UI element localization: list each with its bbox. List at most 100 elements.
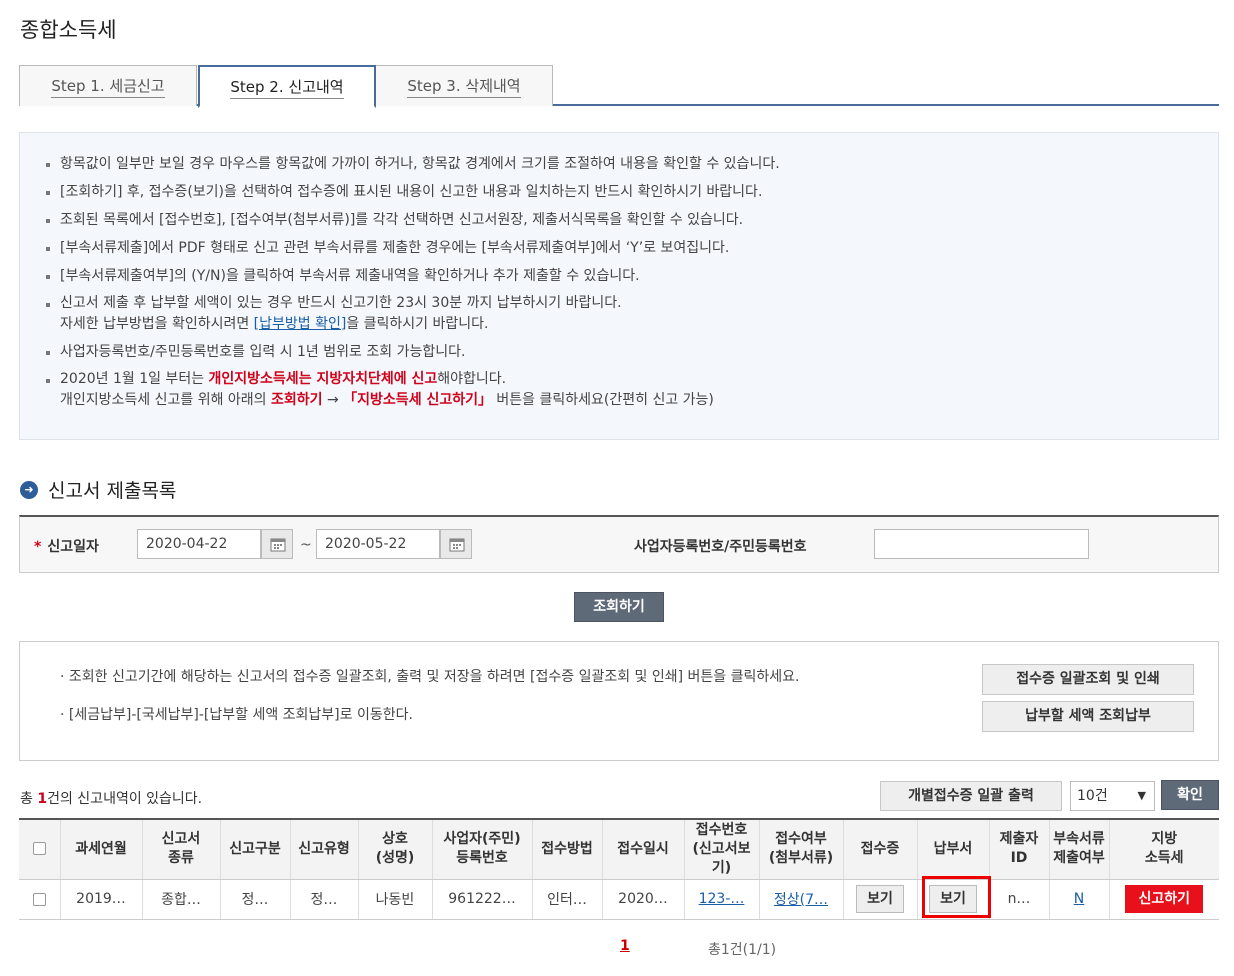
attachment-status-link[interactable]: N: [1074, 891, 1084, 907]
receipt-number-link[interactable]: 123-…: [699, 891, 745, 907]
tab-step3-label: Step 3. 삭제내역: [407, 77, 521, 98]
notice-text: 2020년 1월 1일 부터는: [60, 371, 209, 387]
from-date-input[interactable]: 2020-04-22: [137, 529, 261, 559]
total-count-text: 총 1건의 신고내역이 있습니다.: [20, 788, 202, 808]
calendar-icon[interactable]: [261, 529, 293, 559]
row-checkbox[interactable]: [32, 892, 46, 906]
page-number-current[interactable]: 1: [620, 938, 630, 954]
row-select-cell: [19, 879, 61, 920]
total-text-post: 건의 신고내역이 있습니다.: [47, 791, 203, 807]
page-title: 종합소득세: [20, 18, 117, 42]
header-status: 접수여부 (첨부서류): [759, 818, 844, 880]
table-header-row: 과세연월 신고서 종류 신고구분 신고유형 상호 (성명) 사업자(주민) 등록번호 …: [19, 818, 1219, 880]
pay-tax-button[interactable]: 납부할 세액 조회납부: [982, 701, 1194, 732]
dropdown-arrow-icon: ▼: [1137, 789, 1146, 802]
local-tax-report-button[interactable]: 신고하기: [1125, 885, 1204, 913]
header-name: 상호 (성명): [358, 818, 433, 880]
cell-reg: 961222…: [432, 879, 533, 920]
notice-text: 버튼을 클릭하세요(간편히 신고 가능): [491, 392, 714, 408]
header-reg-l2: 등록번호: [456, 850, 508, 867]
header-payment: 납부서: [917, 818, 990, 880]
notice-emphasis: 「지방소득세 신고하기」: [343, 392, 492, 408]
cell-method: 인터…: [532, 879, 603, 920]
tab-step2[interactable]: Step 2. 신고내역: [198, 65, 376, 108]
cell-local: 신고하기: [1109, 879, 1219, 920]
cell-category: 정…: [220, 879, 291, 920]
info-line: · [세금납부]-[국세납부]-[납부할 세액 조회납부]로 이동한다.: [60, 707, 413, 723]
header-local-l1: 지방: [1151, 831, 1178, 848]
notice-box: 항목값이 일부만 보일 경우 마우스를 항목값에 가까이 하거나, 항목값 경계…: [19, 132, 1219, 440]
header-reg-l1: 사업자(주민): [443, 831, 521, 848]
notice-item: 사업자등록번호/주민등록번호를 입력 시 1년 범위로 조회 가능합니다.: [44, 341, 1194, 363]
confirm-button[interactable]: 확인: [1161, 780, 1219, 810]
cell-date: 2020…: [602, 879, 685, 920]
select-all-checkbox[interactable]: [32, 842, 46, 856]
notice-text: 신고서 제출 후 납부할 세액이 있는 경우 반드시 신고기한 23시 30분 …: [60, 295, 622, 311]
notice-item: [조회하기] 후, 접수증(보기)을 선택하여 접수증에 표시된 내용이 신고한…: [44, 181, 1194, 203]
header-submitter-l1: 제출자: [999, 831, 1039, 848]
total-count: 1: [37, 791, 48, 807]
cell-attach: N: [1049, 879, 1110, 920]
notice-text: 해야합니다.: [437, 371, 507, 387]
tab-step2-label: Step 2. 신고내역: [230, 78, 344, 99]
header-submitter-l2: ID: [1010, 850, 1028, 867]
search-box: * 신고일자 2020-04-22 ~ 2020-05-22 사업자등록번호/주민…: [19, 515, 1219, 573]
header-status-l1: 접수여부: [775, 831, 827, 848]
tab-step1-label: Step 1. 세금신고: [51, 77, 165, 98]
cell-recv: 123-…: [684, 879, 760, 920]
step-tabs: Step 1. 세금신고 Step 2. 신고내역 Step 3. 삭제내역: [19, 65, 1219, 108]
payment-method-link[interactable]: [납부방법 확인]: [254, 316, 347, 332]
notice-text: 개인지방소득세 신고를 위해 아래의: [60, 392, 271, 408]
cell-status: 정상(7…: [759, 879, 844, 920]
header-attach-l1: 부속서류: [1053, 831, 1105, 848]
date-label-text: 신고일자: [47, 539, 99, 555]
header-status-l2: (첨부서류): [768, 850, 834, 867]
id-label: 사업자등록번호/주민등록번호: [634, 539, 807, 555]
header-local: 지방소득세: [1109, 818, 1219, 880]
header-name-l2: (성명): [375, 850, 415, 867]
registration-number-input[interactable]: [874, 529, 1089, 559]
page-info: 총1건(1/1): [708, 942, 777, 958]
highlight-box: [922, 876, 991, 918]
header-recv: 접수번호 (신고서보기): [684, 818, 760, 880]
info-box: · 조회한 신고기간에 해당하는 신고서의 접수증 일괄조회, 출력 및 저장을…: [19, 641, 1219, 761]
tab-step3[interactable]: Step 3. 삭제내역: [375, 65, 553, 106]
cell-receipt: 보기: [843, 879, 918, 920]
arrow-right-icon: ➜: [20, 480, 38, 499]
header-attach-l2: 제출여부: [1053, 850, 1105, 867]
info-line: · 조회한 신고기간에 해당하는 신고서의 접수증 일괄조회, 출력 및 저장을…: [60, 669, 800, 685]
search-button[interactable]: 조회하기: [574, 592, 664, 622]
individual-receipt-print-button[interactable]: 개별접수증 일괄 출력: [880, 781, 1062, 811]
cell-type: 정…: [290, 879, 359, 920]
page-size-select[interactable]: 10건 ▼: [1070, 781, 1155, 811]
header-reg: 사업자(주민) 등록번호: [432, 818, 533, 880]
status-link[interactable]: 정상(7…: [774, 892, 828, 908]
header-period: 과세연월: [60, 818, 143, 880]
notice-item: [부속서류제출]에서 PDF 형태로 신고 관련 부속서류를 제출한 경우에는 …: [44, 237, 1194, 259]
required-mark: *: [34, 539, 42, 555]
batch-receipt-print-button[interactable]: 접수증 일괄조회 및 인쇄: [982, 664, 1194, 695]
table-row: 2019… 종합… 정… 정… 나동빈 961222… 인터… 2020… 12…: [19, 879, 1219, 920]
to-date-input[interactable]: 2020-05-22: [316, 529, 440, 559]
page-size-value: 10건: [1077, 788, 1108, 804]
calendar-icon[interactable]: [440, 529, 472, 559]
header-recv-l1: 접수번호: [695, 821, 748, 838]
tab-step1[interactable]: Step 1. 세금신고: [19, 65, 197, 106]
header-attach: 부속서류제출여부: [1049, 818, 1110, 880]
notice-emphasis: 개인지방소득세는 지방자치단체에 신고: [208, 371, 438, 387]
header-kind: 신고서 종류: [142, 818, 221, 880]
header-local-l2: 소득세: [1144, 850, 1184, 867]
notice-item-payment: 신고서 제출 후 납부할 세액이 있는 경우 반드시 신고기한 23시 30분 …: [44, 293, 1194, 335]
notice-item-local-tax: 2020년 1월 1일 부터는 개인지방소득세는 지방자치단체에 신고해야합니다…: [44, 369, 1194, 411]
date-label: * 신고일자: [34, 536, 99, 556]
notice-text: 자세한 납부방법을 확인하시려면: [60, 316, 254, 332]
section-title-text: 신고서 제출목록: [48, 480, 177, 502]
view-receipt-button[interactable]: 보기: [856, 885, 904, 913]
header-receipt: 접수증: [843, 818, 918, 880]
header-name-l1: 상호: [382, 831, 408, 848]
total-text-pre: 총: [20, 791, 38, 807]
header-category: 신고구분: [220, 818, 291, 880]
select-all-header: [19, 818, 61, 880]
cell-name: 나동빈: [358, 879, 433, 920]
header-kind-l2: 종류: [168, 850, 194, 867]
